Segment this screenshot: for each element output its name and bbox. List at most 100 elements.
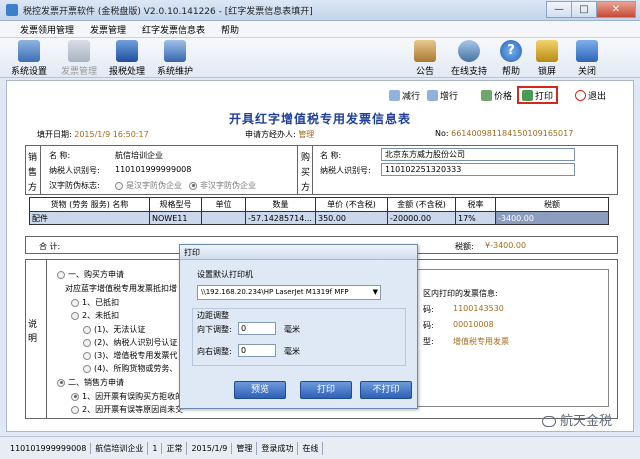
buyer-apply-option[interactable]: 一、购买方申请 bbox=[57, 269, 124, 280]
remarks-side-label: 明 bbox=[28, 334, 38, 344]
seller-name-label: 名 称: bbox=[49, 151, 71, 160]
down-adjust-label: 向下调整: bbox=[197, 325, 232, 334]
margin-label: 边距调整 bbox=[197, 311, 229, 320]
radio-selected-icon bbox=[189, 181, 197, 190]
not-deducted-option[interactable]: 2、未抵扣 bbox=[71, 310, 119, 321]
column-header: 单价 (不含税) bbox=[315, 197, 388, 212]
toolbar-label: 在线支持 bbox=[450, 67, 487, 77]
seller-apply-option[interactable]: 二、销售方申请 bbox=[57, 377, 124, 388]
seller-reason-option-1[interactable]: 1、因开票有误购买方拒收的 bbox=[71, 391, 183, 402]
cell-quantity[interactable]: -57.14285714... bbox=[245, 211, 316, 225]
cell-tax-amount[interactable]: -3400.00 bbox=[495, 211, 609, 225]
printer-select[interactable]: \\192.168.20.234\HP LaserJet M1319f MFP … bbox=[197, 285, 381, 300]
menu-help[interactable]: 帮助 bbox=[213, 23, 247, 36]
exit-button[interactable]: 退出 bbox=[575, 87, 606, 103]
printer-select-value: \\192.168.20.234\HP LaserJet M1319f MFP bbox=[201, 288, 349, 296]
buyer-name-input[interactable]: 北京东方威力股份公司 bbox=[381, 148, 575, 161]
menu-invoice-management[interactable]: 发票管理 bbox=[82, 23, 134, 36]
cell-spec[interactable]: NOWE11 bbox=[149, 211, 202, 225]
print-button[interactable]: 打印 bbox=[517, 86, 559, 104]
cell-amount[interactable]: -20000.00 bbox=[387, 211, 456, 225]
preview-button[interactable]: 预览 bbox=[234, 381, 286, 399]
lock-icon bbox=[536, 40, 558, 62]
app-icon bbox=[6, 4, 18, 16]
cell-unit-price[interactable]: 350.00 bbox=[315, 211, 388, 225]
status-machine: 1 bbox=[148, 442, 163, 454]
table-row[interactable]: 配件 NOWE11 -57.14285714... 350.00 -20000.… bbox=[29, 211, 609, 225]
close-app-button[interactable]: 关闭 bbox=[564, 39, 610, 77]
column-header: 金额 (不含税) bbox=[387, 197, 456, 212]
confirm-print-button[interactable]: 打印 bbox=[300, 381, 352, 399]
right-adjust-label: 向右调整: bbox=[197, 347, 232, 356]
reason-option-2[interactable]: (2)、纳税人识别号认证 bbox=[83, 337, 177, 348]
help-icon: ? bbox=[500, 40, 522, 62]
increase-row-button[interactable]: 增行 bbox=[427, 87, 458, 103]
menu-red-invoice-info[interactable]: 红字发票信息表 bbox=[134, 23, 213, 36]
cell-unit[interactable] bbox=[201, 211, 246, 225]
remarks-side-label: 说 bbox=[28, 320, 38, 330]
invoice-code-label: 码: bbox=[423, 305, 434, 314]
deducted-option[interactable]: 1、已抵扣 bbox=[71, 297, 119, 308]
menu-bar: 发票领用管理 发票管理 红字发票信息表 帮助 bbox=[0, 21, 640, 38]
online-support-button[interactable]: 在线支持 bbox=[446, 39, 492, 77]
anti-fake-yes-option[interactable]: 是汉字防伪企业 bbox=[115, 180, 182, 191]
reason-option-1[interactable]: (1)、无法认证 bbox=[83, 324, 145, 335]
column-header: 税率 bbox=[455, 197, 496, 212]
radio-icon bbox=[83, 364, 91, 373]
seller-side-char-3: 方 bbox=[28, 183, 38, 193]
status-taxid: 110101999999008 bbox=[6, 442, 92, 454]
invoice-icon bbox=[68, 40, 90, 62]
radio-icon bbox=[83, 351, 91, 360]
chevron-down-icon: ▼ bbox=[372, 288, 378, 296]
radio-icon bbox=[71, 298, 79, 307]
tax-report-button[interactable]: 报税处理 bbox=[104, 39, 150, 77]
decrease-row-button[interactable]: 减行 bbox=[389, 87, 420, 103]
down-unit-label: 毫米 bbox=[284, 325, 300, 334]
power-icon bbox=[575, 89, 586, 101]
table-header-row: 货物 (劳务 服务) 名称 规格型号 单位 数量 单价 (不含税) 金额 (不含… bbox=[29, 197, 609, 212]
seller-reason-option-2[interactable]: 2、因开票有误等原因尚未交 bbox=[71, 404, 183, 415]
settings-icon bbox=[18, 40, 40, 62]
seller-taxid-label: 纳税人识别号: bbox=[49, 166, 100, 175]
no-print-button[interactable]: 不打印 bbox=[360, 381, 412, 399]
down-adjust-input[interactable]: 0 bbox=[238, 322, 276, 335]
price-button[interactable]: 价格 bbox=[481, 87, 512, 103]
column-header: 货物 (劳务 服务) 名称 bbox=[29, 197, 150, 212]
status-online: 在线 bbox=[298, 441, 324, 455]
close-window-button[interactable]: ✕ bbox=[596, 1, 636, 18]
price-label: 价格 bbox=[494, 91, 513, 102]
invoice-management-button[interactable]: 发票管理 bbox=[56, 39, 102, 77]
buyer-side-char-3: 方 bbox=[301, 183, 311, 193]
check-icon bbox=[481, 89, 492, 101]
status-login: 登录成功 bbox=[257, 441, 299, 455]
remark-text: 对应蓝字增值税专用发票抵扣增 bbox=[65, 284, 177, 293]
right-adjust-input[interactable]: 0 bbox=[238, 344, 276, 357]
tax-total-label: 税额: bbox=[455, 242, 474, 251]
tax-total-value: ¥-3400.00 bbox=[485, 241, 527, 250]
announcement-button[interactable]: 公告 bbox=[402, 39, 448, 77]
reason-option-3[interactable]: (3)、增值税专用发票代 bbox=[83, 350, 177, 361]
add-row-icon bbox=[427, 89, 438, 101]
invoice-type: 增值税专用发票 bbox=[453, 337, 509, 346]
remove-row-icon bbox=[389, 89, 400, 101]
anti-fake-no-option[interactable]: 非汉字防伪企业 bbox=[189, 180, 256, 191]
status-date: 2015/1/9 bbox=[187, 442, 233, 454]
maximize-button[interactable]: □ bbox=[571, 1, 597, 18]
system-maintenance-button[interactable]: 系统维护 bbox=[152, 39, 198, 77]
system-settings-button[interactable]: 系统设置 bbox=[6, 39, 52, 77]
menu-invoice-purchase[interactable]: 发票领用管理 bbox=[0, 23, 82, 36]
buyer-taxid-input[interactable]: 110102251320333 bbox=[381, 163, 575, 176]
cell-goods-name[interactable]: 配件 bbox=[29, 211, 150, 225]
buyer-taxid-label: 纳税人识别号: bbox=[320, 166, 371, 175]
status-state: 正常 bbox=[162, 441, 188, 455]
exit-label: 退出 bbox=[588, 91, 607, 102]
print-dialog: 打印 设置默认打印机 \\192.168.20.234\HP LaserJet … bbox=[179, 244, 418, 409]
toolbar-label: 公告 bbox=[415, 67, 434, 77]
window-title: 税控发票开票软件 (金税盘版) V2.0.10.141226 - [红字发票信息… bbox=[23, 6, 313, 17]
reason-option-4[interactable]: (4)、所购货物或劳务、 bbox=[83, 363, 177, 374]
support-icon bbox=[458, 40, 480, 62]
applicant: 申请方经办人: 管理 bbox=[245, 130, 315, 139]
cell-tax-rate[interactable]: 17% bbox=[455, 211, 496, 225]
status-user: 管理 bbox=[232, 441, 258, 455]
minimize-button[interactable]: — bbox=[546, 1, 572, 18]
